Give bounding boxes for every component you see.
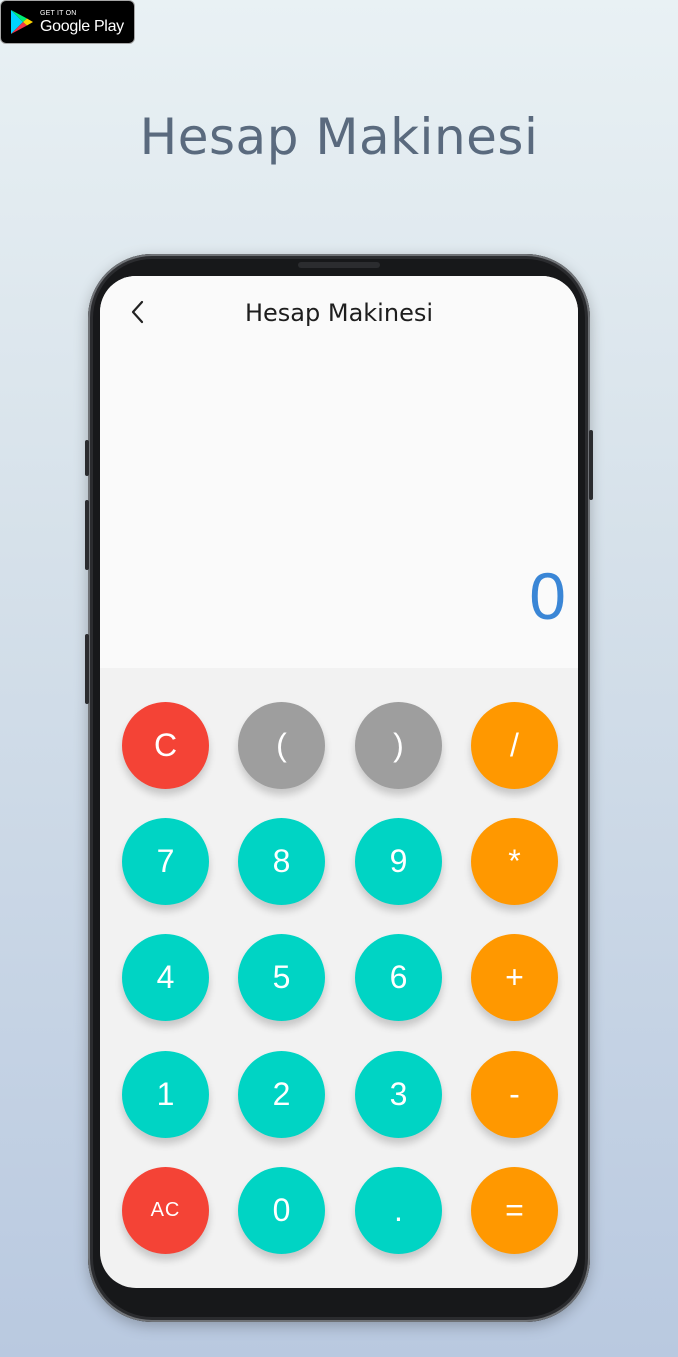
key-3[interactable]: 3: [355, 1051, 442, 1138]
key-1[interactable]: 1: [122, 1051, 209, 1138]
phone-frame: Hesap Makinesi 0 C ( ) / 7 8 9 * 4 5 6 +…: [85, 254, 593, 1322]
key-rparen[interactable]: ): [355, 702, 442, 789]
key-clear[interactable]: C: [122, 702, 209, 789]
key-8[interactable]: 8: [238, 818, 325, 905]
badge-line1: GET IT ON: [40, 9, 77, 17]
badge-line2: Google Play: [40, 17, 124, 35]
key-equals[interactable]: =: [471, 1167, 558, 1254]
app-screen: Hesap Makinesi 0 C ( ) / 7 8 9 * 4 5 6 +…: [100, 276, 578, 1288]
key-plus[interactable]: +: [471, 934, 558, 1021]
google-play-badge[interactable]: GET IT ON Google Play: [0, 0, 135, 44]
key-lparen[interactable]: (: [238, 702, 325, 789]
screen-title: Hesap Makinesi: [244, 299, 433, 327]
google-play-icon: [11, 10, 33, 34]
phone-side-button: [85, 500, 89, 570]
phone-side-button: [589, 430, 593, 500]
key-0[interactable]: 0: [238, 1167, 325, 1254]
key-9[interactable]: 9: [355, 818, 442, 905]
key-decimal[interactable]: .: [355, 1167, 442, 1254]
phone-side-button: [85, 440, 89, 476]
display-value: 0: [529, 559, 566, 633]
key-minus[interactable]: -: [471, 1051, 558, 1138]
key-2[interactable]: 2: [238, 1051, 325, 1138]
key-all-clear[interactable]: AC: [122, 1167, 209, 1254]
page-title: Hesap Makinesi: [139, 108, 539, 166]
keypad: C ( ) / 7 8 9 * 4 5 6 + 1 2 3 - AC 0 . =: [100, 668, 578, 1288]
key-4[interactable]: 4: [122, 934, 209, 1021]
key-multiply[interactable]: *: [471, 818, 558, 905]
display-area: Hesap Makinesi 0: [100, 276, 578, 668]
phone-side-button: [85, 634, 89, 704]
key-6[interactable]: 6: [355, 934, 442, 1021]
key-divide[interactable]: /: [471, 702, 558, 789]
phone-speaker: [298, 262, 380, 268]
key-7[interactable]: 7: [122, 818, 209, 905]
key-5[interactable]: 5: [238, 934, 325, 1021]
